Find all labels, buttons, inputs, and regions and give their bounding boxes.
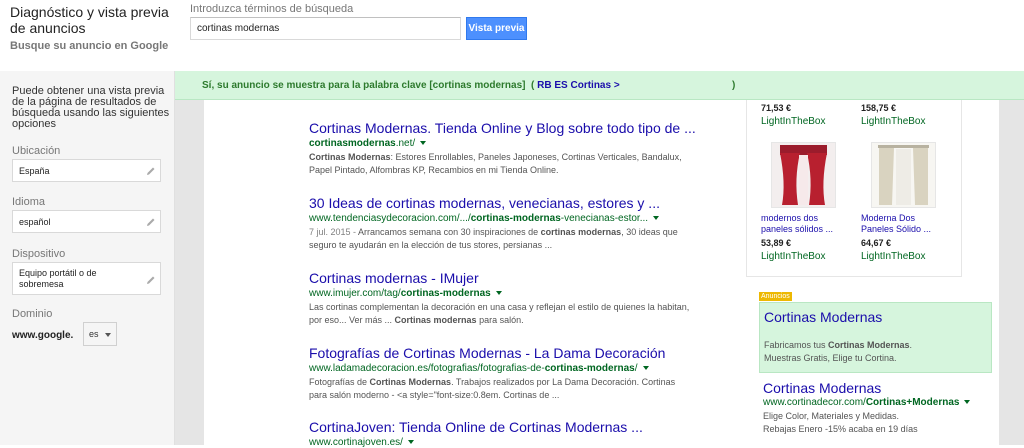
product-seller[interactable]: LightInTheBox <box>761 116 826 127</box>
search-label: Introduzca términos de búsqueda <box>190 3 354 15</box>
result-snippet: Fotografías de Cortinas Modernas. Trabaj… <box>309 377 676 400</box>
result-url[interactable]: cortinasmodernas.net/ <box>309 138 427 149</box>
product-seller[interactable]: LightInTheBox <box>761 251 826 262</box>
result-url[interactable]: www.imujer.com/tag/cortinas-modernas <box>309 288 502 299</box>
language-label: Idioma <box>12 196 46 208</box>
product-image[interactable] <box>771 142 836 208</box>
result-snippet: 7 jul. 2015 - Arrancamos semana con 30 i… <box>309 227 678 250</box>
sidebar-description: Puede obtener una vista previa de la pág… <box>12 85 170 130</box>
status-banner: Sí, su anuncio se muestra para la palabr… <box>175 71 1024 100</box>
pencil-icon[interactable] <box>146 166 156 176</box>
product-price: 71,53 € <box>761 103 792 113</box>
result-title[interactable]: CortinaJoven: Tienda Online de Cortinas … <box>309 419 643 435</box>
domain-prefix: www.google. <box>12 330 74 341</box>
pencil-icon[interactable] <box>146 217 156 227</box>
result-title[interactable]: Cortinas Modernas. Tienda Online y Blog … <box>309 120 696 136</box>
product-seller[interactable]: LightInTheBox <box>861 251 926 262</box>
ad-title[interactable]: Cortinas Modernas <box>763 380 881 396</box>
caret-down-icon[interactable] <box>642 366 649 371</box>
highlighted-ad: Cortinas Modernas Fabricamos tus Cortina… <box>759 302 992 373</box>
result-title[interactable]: 30 Ideas de cortinas modernas, veneciana… <box>309 195 660 211</box>
domain-value: es <box>89 329 99 339</box>
chevron-right-icon: > <box>613 80 620 91</box>
language-value: español <box>19 216 51 227</box>
product-image[interactable] <box>871 142 936 208</box>
ad-title[interactable]: Cortinas Modernas <box>764 309 882 325</box>
search-preview-area: Cortinas Modernas. Tienda Online y Blog … <box>175 100 1024 448</box>
ad-description: Rebajas Enero -15% acaba en 19 días <box>763 424 918 434</box>
caret-down-icon[interactable] <box>495 291 502 296</box>
caret-down-icon[interactable] <box>407 440 414 445</box>
caret-down-icon[interactable] <box>653 216 660 221</box>
result-title[interactable]: Cortinas modernas - IMujer <box>309 270 479 286</box>
product-name[interactable]: modernos dos paneles sólidos ... <box>761 213 841 235</box>
caret-down-icon[interactable] <box>420 141 427 146</box>
device-label: Dispositivo <box>12 248 66 260</box>
preview-button[interactable]: Vista previa <box>466 17 527 40</box>
domain-label: Dominio <box>12 308 53 320</box>
ad-description: Elige Color, Materiales y Medidas. <box>763 411 900 421</box>
location-label: Ubicación <box>12 145 61 157</box>
search-input[interactable] <box>190 17 461 40</box>
result-title[interactable]: Fotografías de Cortinas Modernas - La Da… <box>309 345 665 361</box>
sidebar: Puede obtener una vista previa de la pág… <box>0 71 175 445</box>
result-url[interactable]: www.ladamadecoracion.es/fotografias/foto… <box>309 363 649 374</box>
pencil-icon[interactable] <box>146 275 156 285</box>
domain-select[interactable]: es <box>83 322 117 346</box>
location-field[interactable]: España <box>12 159 161 182</box>
product-price: 158,75 € <box>861 103 897 113</box>
tool-subtitle: Busque su anuncio en Google <box>10 40 169 52</box>
ad-description: Fabricamos tus Cortinas Modernas. <box>764 340 913 350</box>
banner-paren-close: ) <box>732 80 736 91</box>
device-value: Equipo portátil o de sobremesa <box>19 267 97 289</box>
product-price: 53,89 € <box>761 238 792 248</box>
result-url[interactable]: www.cortinajoven.es/ <box>309 437 414 448</box>
banner-message: Sí, su anuncio se muestra para la palabr… <box>202 80 526 91</box>
product-seller[interactable]: LightInTheBox <box>861 116 926 127</box>
language-field[interactable]: español <box>12 210 161 233</box>
device-field[interactable]: Equipo portátil o de sobremesa <box>12 262 161 295</box>
result-url[interactable]: www.tendenciasydecoracion.com/.../cortin… <box>309 213 660 224</box>
results-page: Cortinas Modernas. Tienda Online y Blog … <box>204 100 999 448</box>
ads-badge: Anuncios <box>759 292 792 301</box>
shopping-panel: 71,53 € LightInTheBox 158,75 € LightInTh… <box>746 100 962 277</box>
product-name[interactable]: Moderna Dos Paneles Sólido ... <box>861 213 941 235</box>
location-value: España <box>19 165 50 176</box>
ad-url[interactable]: www.cortinadecor.com/Cortinas+Modernas <box>763 397 971 408</box>
result-snippet: Las cortinas complementan la decoración … <box>309 302 690 325</box>
campaign-link[interactable]: RB ES Cortinas <box>537 80 611 91</box>
result-snippet: Cortinas Modernas: Estores Enrollables, … <box>309 152 682 175</box>
product-price: 64,67 € <box>861 238 892 248</box>
banner-paren-open: ( <box>531 80 535 91</box>
chevron-down-icon <box>105 333 111 337</box>
ad-description: Muestras Gratis, Elige tu Cortina. <box>764 353 897 363</box>
caret-down-icon[interactable] <box>964 400 971 405</box>
tool-title: Diagnóstico y vista previa de anuncios <box>10 4 169 36</box>
